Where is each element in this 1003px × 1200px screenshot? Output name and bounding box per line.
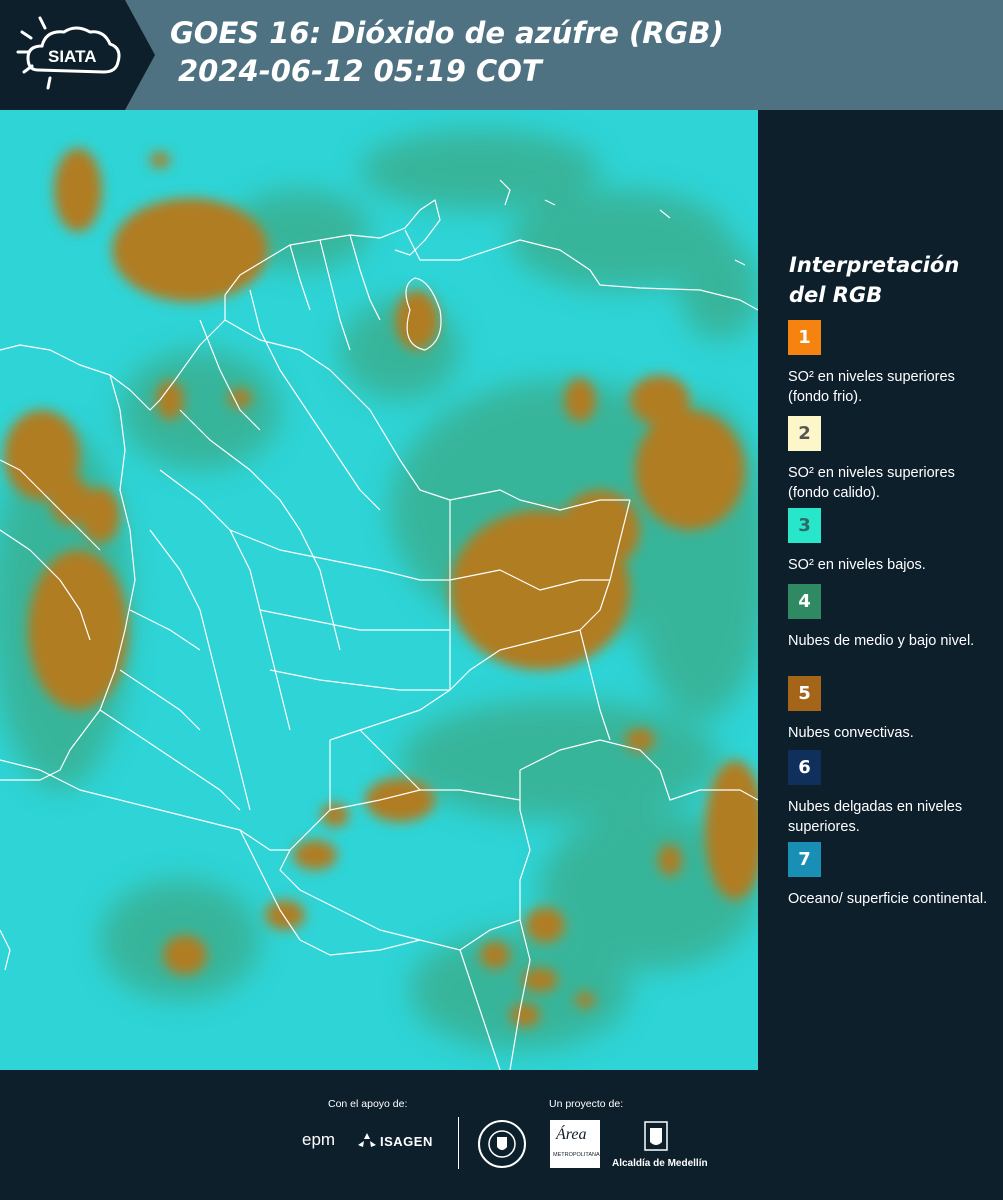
- area-metropolitana-logo: Área METROPOLITANA: [550, 1120, 600, 1168]
- medellin-seal-icon: [478, 1120, 526, 1168]
- legend-swatch-6: 6: [788, 750, 821, 785]
- legend-item-2: 2 SO² en niveles superiores (fondo calid…: [788, 416, 993, 503]
- legend-panel: Interpretación del RGB 1 SO² en niveles …: [758, 110, 1003, 1070]
- amva-subtitle: METROPOLITANA: [553, 1152, 600, 1158]
- legend-item-4: 4 Nubes de medio y bajo nivel.: [788, 584, 993, 651]
- legend-desc-4: Nubes de medio y bajo nivel.: [788, 633, 975, 649]
- legend-desc-6: Nubes delgadas en niveles superiores.: [788, 799, 963, 835]
- legend-item-5: 5 Nubes convectivas.: [788, 676, 993, 743]
- title-line-2: 2024-06-12 05:19 COT: [178, 54, 542, 88]
- header-bar: SIATA GOES 16: Dióxido de azúfre (RGB) 2…: [0, 0, 1003, 110]
- legend-swatch-4: 4: [788, 584, 821, 619]
- footer: Con el apoyo de: Un proyecto de: epm ISA…: [0, 1070, 1003, 1200]
- alcaldia-label: Alcaldía de Medellín: [612, 1158, 708, 1169]
- page-title: GOES 16: Dióxido de azúfre (RGB) 2024-06…: [170, 14, 724, 90]
- alcaldia-crest-icon: [642, 1120, 670, 1154]
- legend-item-7: 7 Oceano/ superficie continental.: [788, 842, 993, 909]
- legend-item-3: 3 SO² en niveles bajos.: [788, 508, 993, 575]
- legend-item-6: 6 Nubes delgadas en niveles superiores.: [788, 750, 993, 837]
- legend-item-1: 1 SO² en niveles superiores (fondo frio)…: [788, 320, 993, 407]
- legend-swatch-7: 7: [788, 842, 821, 877]
- isagen-logo: ISAGEN: [380, 1134, 433, 1149]
- legend-swatch-2: 2: [788, 416, 821, 451]
- project-label: Un proyecto de:: [549, 1098, 624, 1110]
- satellite-map: [0, 110, 758, 1070]
- support-label: Con el apoyo de:: [328, 1098, 408, 1110]
- legend-desc-3: SO² en niveles bajos.: [788, 557, 926, 573]
- legend-swatch-5: 5: [788, 676, 821, 711]
- legend-title: Interpretación del RGB: [789, 253, 960, 307]
- legend-swatch-3: 3: [788, 508, 821, 543]
- legend-desc-1: SO² en niveles superiores (fondo frio).: [788, 369, 955, 405]
- amva-title: Área: [556, 1126, 587, 1143]
- epm-logo: epm: [302, 1130, 336, 1149]
- siata-logo: SIATA: [0, 0, 155, 110]
- legend-desc-7: Oceano/ superficie continental.: [788, 891, 988, 907]
- logo-text: SIATA: [48, 47, 96, 66]
- isagen-icon: [358, 1133, 376, 1149]
- footer-divider: [458, 1117, 459, 1169]
- legend-swatch-1: 1: [788, 320, 821, 355]
- legend-desc-2: SO² en niveles superiores (fondo calido)…: [788, 465, 955, 501]
- title-line-1: GOES 16: Dióxido de azúfre (RGB): [170, 16, 724, 50]
- legend-desc-5: Nubes convectivas.: [788, 725, 914, 741]
